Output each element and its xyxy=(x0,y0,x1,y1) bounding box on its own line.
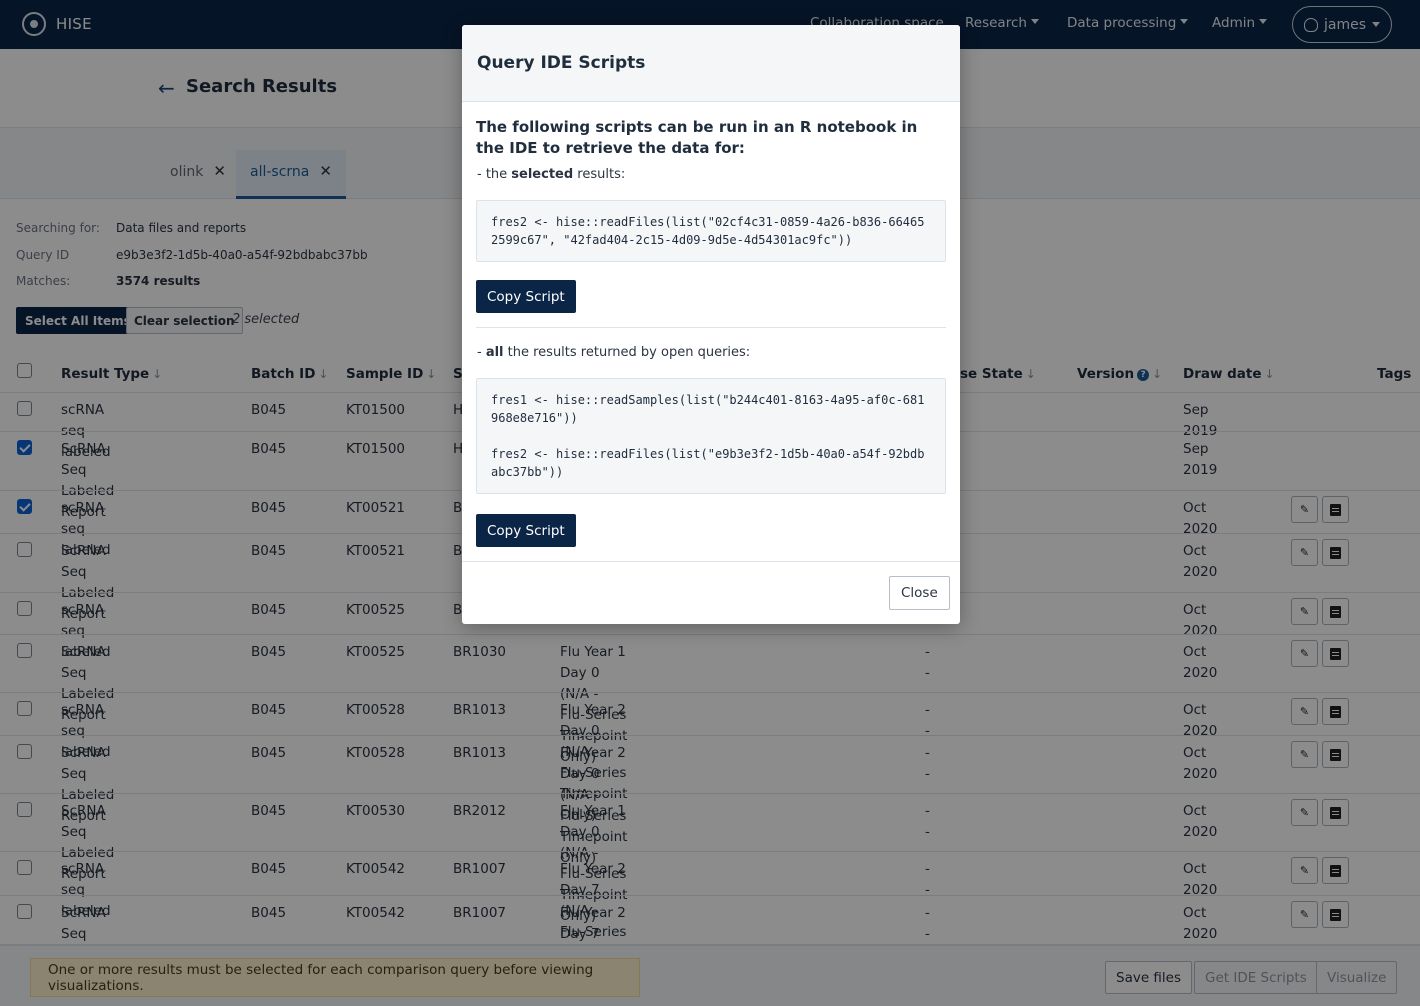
query-ide-scripts-modal: Query IDE Scripts The following scripts … xyxy=(462,25,960,624)
all-results-label: - all the results returned by open queri… xyxy=(477,345,750,360)
label-suffix: the results returned by open queries: xyxy=(503,345,751,360)
label-prefix: - the xyxy=(477,167,512,182)
modal-intro: The following scripts can be run in an R… xyxy=(476,118,918,157)
modal-footer-divider xyxy=(462,561,960,562)
divider xyxy=(476,327,946,328)
label-emphasis: selected xyxy=(511,167,574,182)
selected-results-label: - the selected results: xyxy=(477,167,625,182)
label-suffix: results: xyxy=(573,167,626,182)
label-prefix: - xyxy=(477,345,486,360)
modal-header: Query IDE Scripts xyxy=(462,25,960,102)
all-results-script[interactable]: fres1 <- hise::readSamples(list("b244c40… xyxy=(476,378,946,494)
copy-selected-script-button[interactable]: Copy Script xyxy=(476,280,576,313)
modal-title: Query IDE Scripts xyxy=(477,53,646,73)
label-emphasis: all xyxy=(485,345,504,360)
copy-all-script-button[interactable]: Copy Script xyxy=(476,514,576,547)
selected-results-script[interactable]: fres2 <- hise::readFiles(list("02cf4c31-… xyxy=(476,200,946,262)
close-button[interactable]: Close xyxy=(889,576,950,610)
